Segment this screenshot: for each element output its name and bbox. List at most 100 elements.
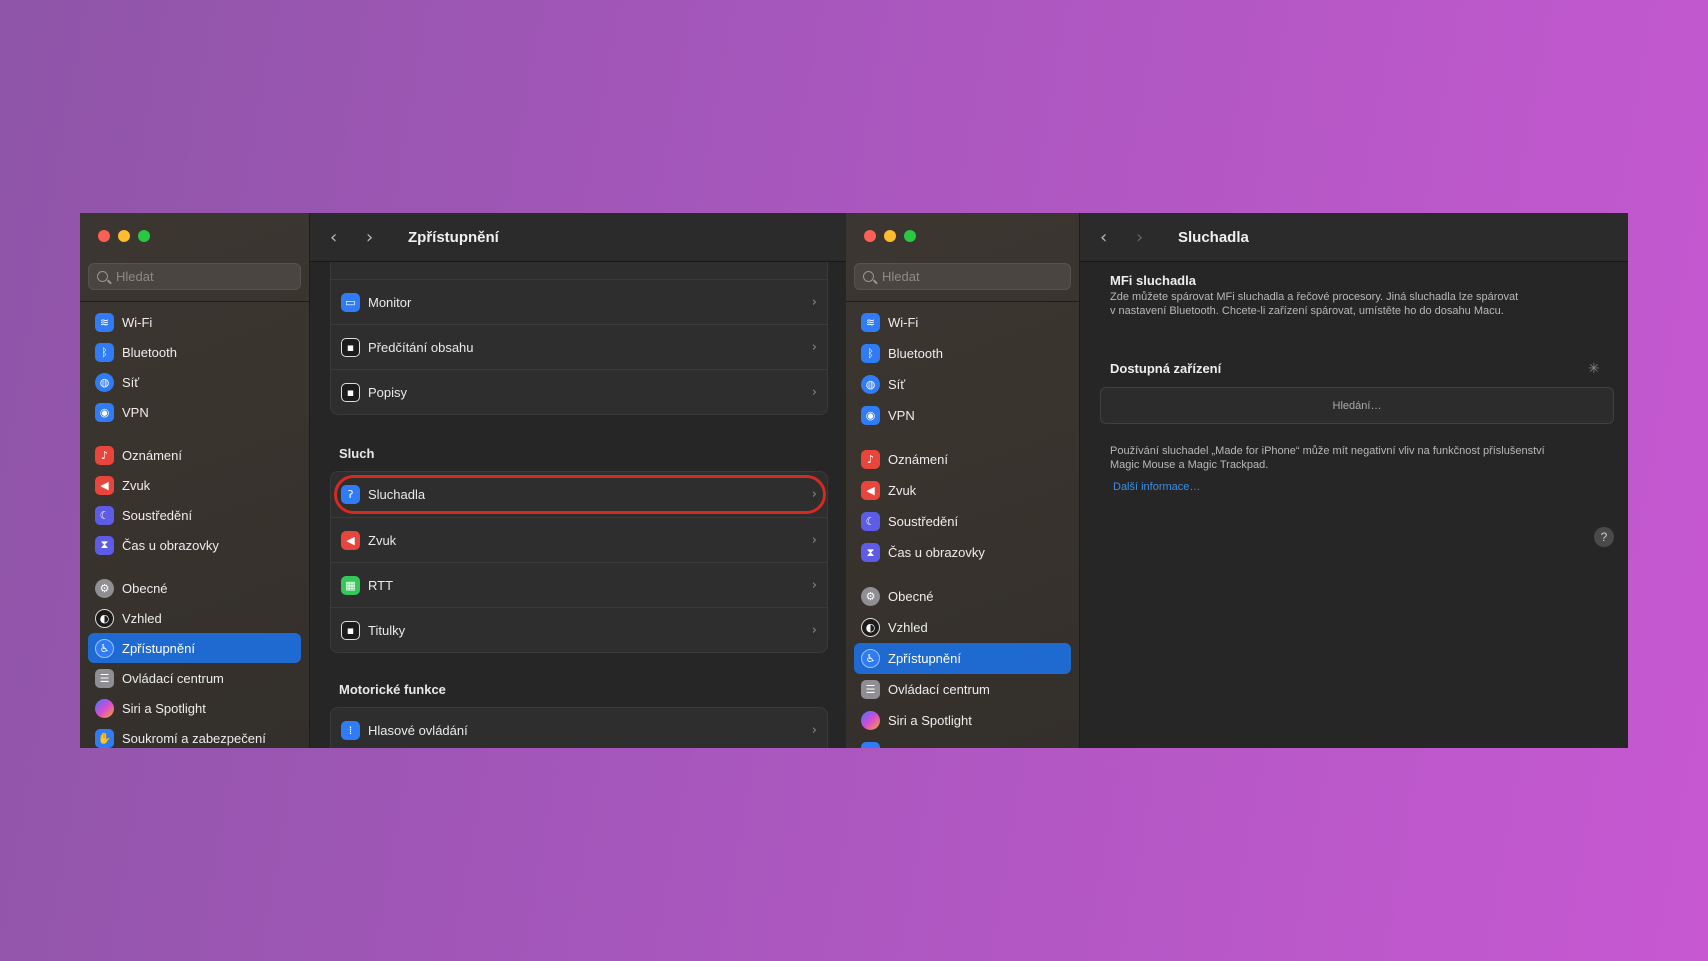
forward-arrow-icon[interactable]: › [366,227,402,248]
sidebar-item-accessibility[interactable]: ♿ Zpřístupnění [854,643,1071,674]
sidebar-divider [80,301,309,302]
sidebar-item-label: Zvuk [122,477,151,493]
search-input[interactable] [882,269,1032,284]
sidebar-item-siri-spotlight[interactable]: Siri a Spotlight [854,705,1071,736]
sidebar: ≋ Wi-Fi ᛒ Bluetooth ◍ Síť ◉ VPN ♪ Oznámení ◀ Z… [846,213,1080,748]
row-label: Zvuk [368,532,397,548]
sidebar-list: ≋ Wi-Fi ᛒ Bluetooth ◍ Síť ◉ VPN ♪ Oznámení ◀ Z… [88,307,301,748]
search-input[interactable] [116,269,266,284]
row-captions[interactable]: ▪ Titulky › [331,607,827,652]
minimize-window-button[interactable] [884,230,896,242]
row-audio[interactable]: ◀ Zvuk › [331,517,827,562]
sidebar-item-label: Zpřístupnění [122,640,195,656]
sidebar-item-general[interactable]: ⚙ Obecné [88,573,301,603]
sidebar-item-appearance[interactable]: ◐ Vzhled [88,603,301,633]
motor-group: ⁞ Hlasové ovládání › [330,707,828,748]
sidebar-item-focus[interactable]: ☾ Soustředění [854,506,1071,537]
sidebar-item-notifications[interactable]: ♪ Oznámení [88,440,301,470]
moon-icon: ☾ [95,505,114,525]
sidebar-item-label: VPN [122,404,149,420]
minimize-window-button[interactable] [118,230,130,242]
sidebar-item-general[interactable]: ⚙ Obecné [854,581,1071,612]
sidebar-item-bluetooth[interactable]: ᛒ Bluetooth [854,338,1071,369]
settings-window-accessibility: ≋ Wi-Fi ᛒ Bluetooth ◍ Síť ◉ VPN ♪ Oznámení ◀ Z… [80,213,846,748]
close-window-button[interactable] [864,230,876,242]
sidebar-item-screen-time[interactable]: ⧗ Čas u obrazovky [88,530,301,560]
wifi-icon: ≋ [95,312,114,332]
row-monitor[interactable]: ▭ Monitor › [331,279,827,324]
forward-arrow-icon[interactable]: › [1136,227,1172,248]
waveform-icon: ⁞ [341,721,360,740]
sidebar-item-label: Čas u obrazovky [888,545,985,560]
row-rtt[interactable]: ▦ RTT › [331,562,827,607]
hand-icon [861,742,880,748]
row-voice-control[interactable]: ⁞ Hlasové ovládání › [331,708,827,748]
sidebar-item-siri-spotlight[interactable]: Siri a Spotlight [88,693,301,723]
chevron-right-icon: › [811,577,817,593]
sidebar-item-wifi[interactable]: ≋ Wi-Fi [88,307,301,337]
appearance-icon: ◐ [861,618,880,637]
sidebar-item-sound[interactable]: ◀ Zvuk [88,470,301,500]
sidebar-item-label: Vzhled [888,620,928,635]
sidebar-item-vpn[interactable]: ◉ VPN [88,397,301,427]
sidebar-item-label: Soustředění [122,507,193,523]
sidebar-item-label: Síť [122,374,140,390]
back-arrow-icon[interactable]: ‹ [330,227,366,248]
more-info-link[interactable]: Další informace… [1113,481,1200,493]
sidebar-item-screen-time[interactable]: ⧗ Čas u obrazovky [854,537,1071,568]
sidebar-item-bluetooth[interactable]: ᛒ Bluetooth [88,337,301,367]
zoom-window-button[interactable] [138,230,150,242]
sidebar-item-label: Vzhled [122,610,162,626]
mfi-description-line: Zde můžete spárovat MFi sluchadla a řečo… [1110,291,1519,303]
available-devices-title: Dostupná zařízení [1110,361,1222,376]
toolbar: ‹ › Sluchadla [1080,213,1628,262]
help-button[interactable]: ? [1594,527,1614,547]
sidebar-item-label: Obecné [122,580,168,596]
mfi-description: Zde můžete spárovat MFi sluchadla a řečo… [1110,290,1588,318]
sidebar-item-control-center[interactable]: ☰ Ovládací centrum [88,663,301,693]
sidebar-item-vpn[interactable]: ◉ VPN [854,400,1071,431]
sidebar-item-wifi[interactable]: ≋ Wi-Fi [854,307,1071,338]
row-label: Popisy [368,384,408,400]
sidebar-item-network[interactable]: ◍ Síť [88,367,301,397]
zoom-window-button[interactable] [904,230,916,242]
hourglass-icon: ⧗ [95,535,114,555]
sidebar-search[interactable] [88,263,301,290]
speaker-icon: ◀ [95,475,114,495]
siri-icon [95,698,114,718]
moon-icon: ☾ [861,512,880,531]
sidebar-item-privacy[interactable]: ✋ Soukromí a zabezpečení [88,723,301,748]
sidebar-item-partial [854,736,1071,748]
speech-bubble-icon: ▪ [341,337,360,357]
searching-label: Hledání… [1332,399,1382,412]
chevron-right-icon: › [811,532,817,548]
hourglass-icon: ⧗ [861,543,880,562]
chevron-right-icon: › [811,384,817,400]
sidebar-item-label: Zpřístupnění [888,651,961,666]
sidebar-item-control-center[interactable]: ☰ Ovládací centrum [854,674,1071,705]
sidebar-item-label: VPN [888,408,915,423]
sidebar-item-sound[interactable]: ◀ Zvuk [854,475,1071,506]
chevron-right-icon: › [811,294,817,310]
back-arrow-icon[interactable]: ‹ [1100,227,1136,248]
row-spoken-content[interactable]: ▪ Předčítání obsahu › [331,324,827,369]
sidebar-item-appearance[interactable]: ◐ Vzhled [854,612,1071,643]
bluetooth-icon: ᛒ [95,342,114,362]
sidebar-item-focus[interactable]: ☾ Soustředění [88,500,301,530]
row-descriptions[interactable]: ▪ Popisy › [331,369,827,414]
accessibility-icon: ♿ [861,649,880,668]
sidebar-item-accessibility[interactable]: ♿ Zpřístupnění [88,633,301,663]
row-label: Titulky [368,622,406,638]
vpn-icon: ◉ [861,406,880,425]
toolbar: ‹ › Zpřístupnění [310,213,846,262]
sidebar-item-label: Siri a Spotlight [122,700,206,716]
sidebar-search[interactable] [854,263,1071,290]
close-window-button[interactable] [98,230,110,242]
sidebar-item-network[interactable]: ◍ Síť [854,369,1071,400]
subtitles-icon: ▪ [341,620,360,640]
sidebar-item-notifications[interactable]: ♪ Oznámení [854,444,1071,475]
sidebar: ≋ Wi-Fi ᛒ Bluetooth ◍ Síť ◉ VPN ♪ Oznámení ◀ Z… [80,213,310,748]
sidebar-item-label: Oznámení [122,447,182,463]
window-controls [864,230,916,242]
search-icon [863,271,874,282]
